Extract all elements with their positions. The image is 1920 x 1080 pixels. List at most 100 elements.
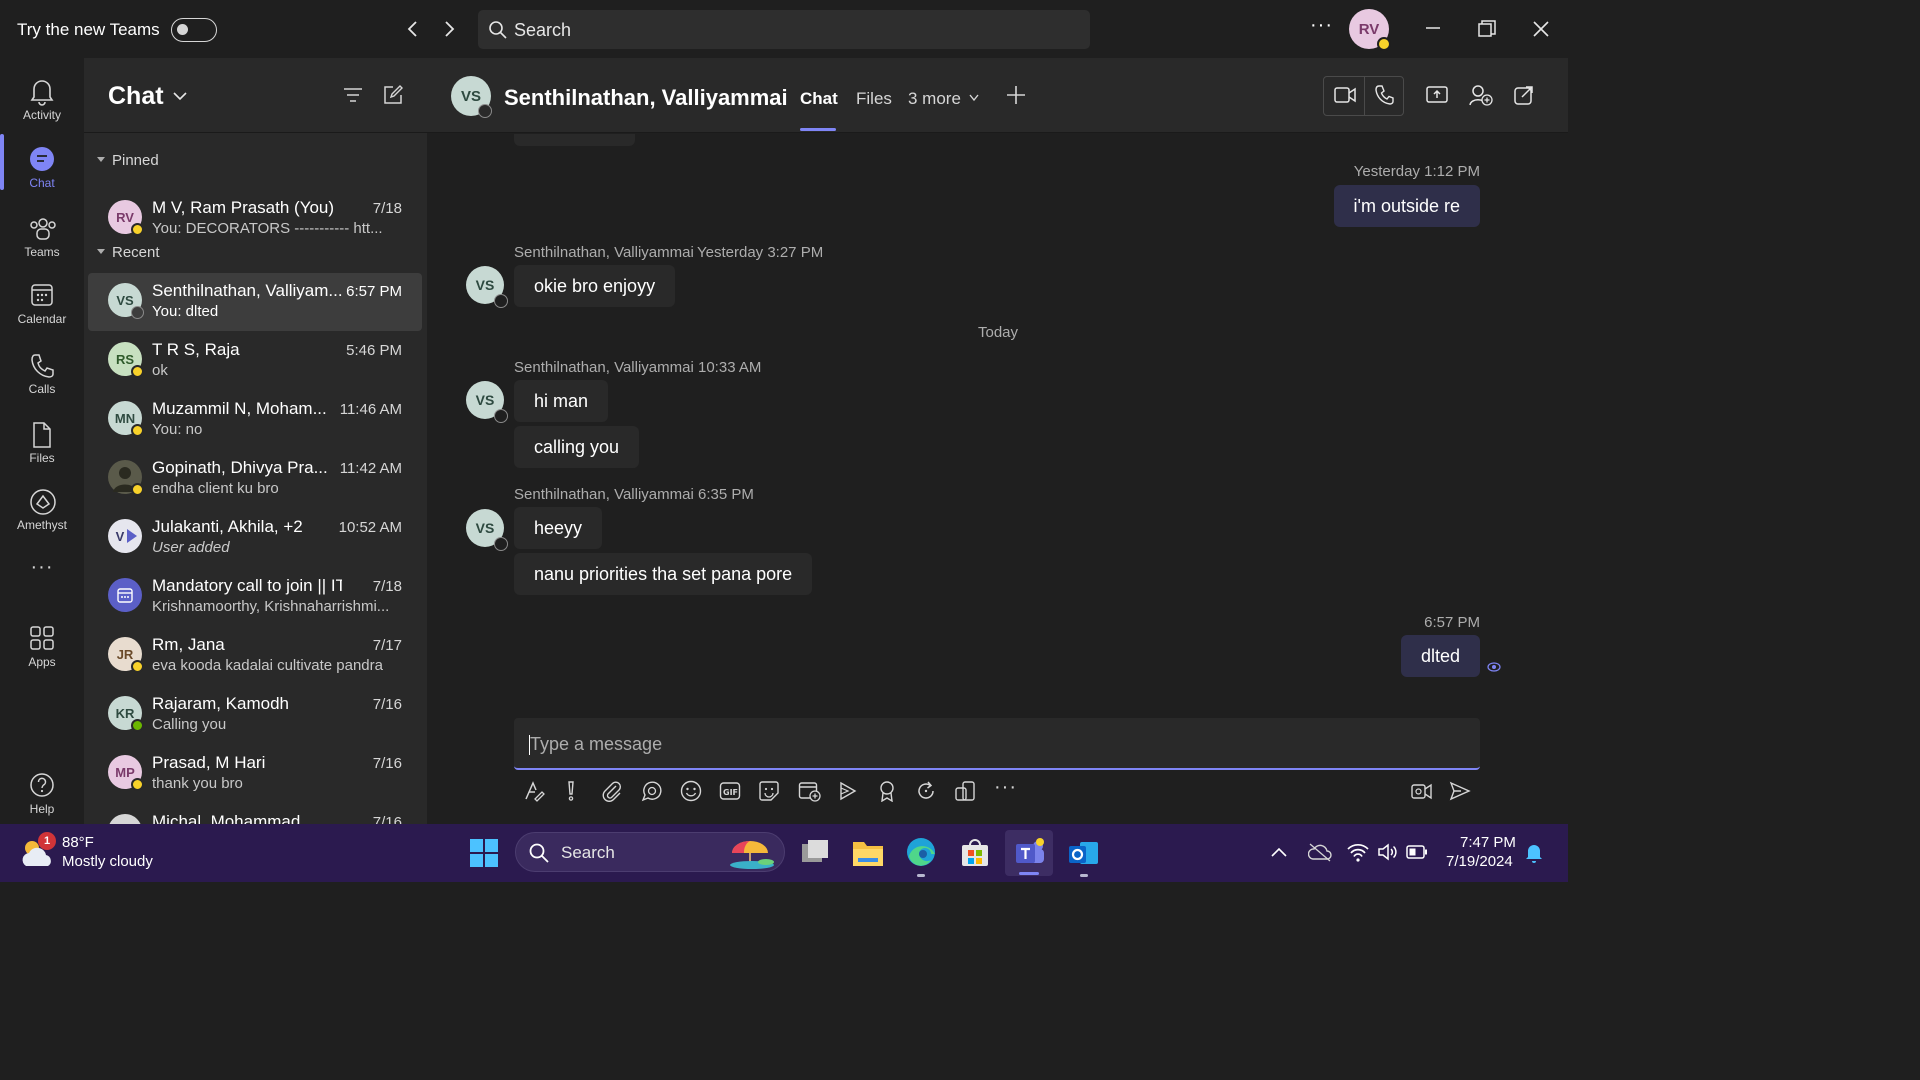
rail-files[interactable]: Files [0,409,84,473]
share-screen-icon[interactable] [1426,85,1448,105]
chevron-down-icon[interactable] [173,91,187,101]
my-message-bubble[interactable]: dlted [1400,635,1480,677]
header-avatar[interactable]: VS [451,76,492,118]
close-icon[interactable] [1532,20,1550,38]
tab-chat[interactable]: Chat [800,89,838,109]
chevron-up-icon[interactable] [1271,846,1287,858]
windows-start-icon[interactable] [469,838,499,868]
updates-icon[interactable] [916,780,936,802]
praise-icon[interactable] [877,780,897,802]
file-explorer-icon[interactable] [852,838,884,868]
weather-desc[interactable]: Mostly cloudy [62,853,153,870]
audio-call-icon[interactable] [1374,84,1394,106]
chat-list-item[interactable]: MP Prasad, M Hari 7/16 thank you bro [88,745,422,803]
pop-out-icon[interactable] [1514,85,1534,105]
sender-avatar[interactable]: VS [466,509,508,551]
emoji-icon[interactable] [680,780,702,802]
clock-date[interactable]: 7/19/2024 [1446,853,1513,870]
conversation-title[interactable]: Senthilnathan, Valliyammai [504,85,788,111]
edge-browser-icon[interactable] [905,836,937,868]
rail-help[interactable]: Help [0,760,84,824]
back-arrow-icon[interactable] [405,20,421,38]
add-tab-icon[interactable] [1006,85,1026,105]
clock-time[interactable]: 7:47 PM [1460,834,1516,851]
running-indicator [917,874,925,877]
new-teams-toggle[interactable] [171,18,217,42]
message-bubble[interactable]: nanu priorities tha set pana pore [514,553,813,595]
my-message-bubble[interactable]: i'm outside re [1333,185,1480,227]
rail-chat[interactable]: Chat [0,134,84,198]
taskbar-search[interactable]: Search [515,832,785,872]
chat-preview: User added [152,539,230,556]
message-bubble[interactable]: okie bro enjoyy [514,265,676,307]
caret-down-icon[interactable] [96,156,106,164]
onedrive-icon[interactable] [1308,842,1332,862]
filter-icon[interactable] [343,87,363,105]
search-input[interactable]: Search [478,10,1090,49]
rail-teams[interactable]: Teams [0,203,84,267]
sender-avatar[interactable]: VS [466,381,508,423]
microsoft-store-icon[interactable] [960,838,990,868]
stream-icon[interactable] [838,780,858,802]
sender-avatar[interactable]: VS [466,266,508,308]
approvals-icon[interactable] [954,780,976,802]
message-compose-box[interactable]: Type a message [514,718,1480,770]
video-clip-icon[interactable] [1410,780,1434,802]
rail-amethyst[interactable]: Amethyst [0,476,84,540]
battery-icon[interactable] [1406,844,1428,860]
minimize-icon[interactable] [1425,20,1441,36]
weather-widget-icon[interactable]: 1 [20,832,56,870]
message-bubble[interactable]: calling you [514,426,640,468]
pinned-section-label[interactable]: Pinned [112,152,159,169]
profile-avatar[interactable]: RV [1349,9,1391,51]
notification-bell-icon[interactable] [1524,842,1544,864]
rail-calls[interactable]: Calls [0,340,84,404]
restore-icon[interactable] [1478,20,1496,38]
new-chat-icon[interactable] [383,85,403,105]
tab-files[interactable]: Files [856,89,892,109]
more-options-icon[interactable]: ··· [1310,14,1333,37]
chat-list-item[interactable]: KR Rajaram, Kamodh 7/16 Calling you [88,686,422,744]
rail-apps[interactable]: Apps [0,613,84,677]
chat-name: Mandatory call to join || IT... [152,576,342,595]
chat-list-item[interactable]: Mandatory call to join || IT... 7/18 Kri… [88,568,422,626]
schedule-meeting-icon[interactable] [798,780,822,802]
outlook-app-icon[interactable] [1068,838,1100,868]
recent-section-label[interactable]: Recent [112,244,160,261]
gif-icon[interactable]: GIF [719,780,741,802]
sticker-icon[interactable] [758,780,780,802]
rail-activity[interactable]: Activity [0,66,84,130]
send-icon[interactable] [1449,780,1471,802]
teams-taskbar-button-active[interactable] [1005,830,1053,876]
weather-temp[interactable]: 88°F [62,834,94,851]
chat-list-item[interactable]: JR Rm, Jana 7/17 eva kooda kadalai culti… [88,627,422,685]
message-bubble[interactable]: heeyy [514,507,603,549]
forward-arrow-icon[interactable] [441,20,457,38]
chat-list-item[interactable]: MN Muzammil N, Moham... 11:46 AM You: no [88,391,422,449]
rail-more-apps[interactable]: ··· [0,556,84,586]
apps-icon [30,626,54,650]
chat-list-item[interactable]: V Julakanti, Akhila, +2 10:52 AM User ad… [88,509,422,567]
chat-list-item[interactable]: RS T R S, Raja 5:46 PM ok [88,332,422,390]
chat-list-item[interactable]: Michal, Mohammad 7/16 [88,804,422,824]
more-tools-icon[interactable]: ··· [994,776,1017,799]
chat-list-item[interactable]: RV M V, Ram Prasath (You) 7/18 You: DECO… [88,190,422,248]
format-icon[interactable] [523,780,545,802]
add-people-icon[interactable] [1469,84,1493,106]
video-call-icon[interactable] [1334,86,1356,104]
important-icon[interactable] [564,780,578,802]
message-bubble[interactable]: hi man [514,380,609,422]
attach-icon[interactable] [601,780,623,802]
loop-icon[interactable] [640,780,662,802]
chevron-down-icon[interactable] [969,94,979,102]
caret-down-icon[interactable] [96,248,106,256]
chat-list-item-selected[interactable]: VS Senthilnathan, Valliyam... 6:57 PM Yo… [88,273,422,331]
wifi-icon[interactable] [1346,842,1370,862]
tab-more[interactable]: 3 more [908,89,961,109]
rail-calendar[interactable]: Calendar [0,270,84,334]
toggle-knob [177,24,188,35]
volume-icon[interactable] [1377,842,1399,862]
chat-list-item[interactable]: Gopinath, Dhivya Pra... 11:42 AM endha c… [88,450,422,508]
rail-activity-label: Activity [22,108,61,122]
task-view-icon[interactable] [800,838,830,868]
